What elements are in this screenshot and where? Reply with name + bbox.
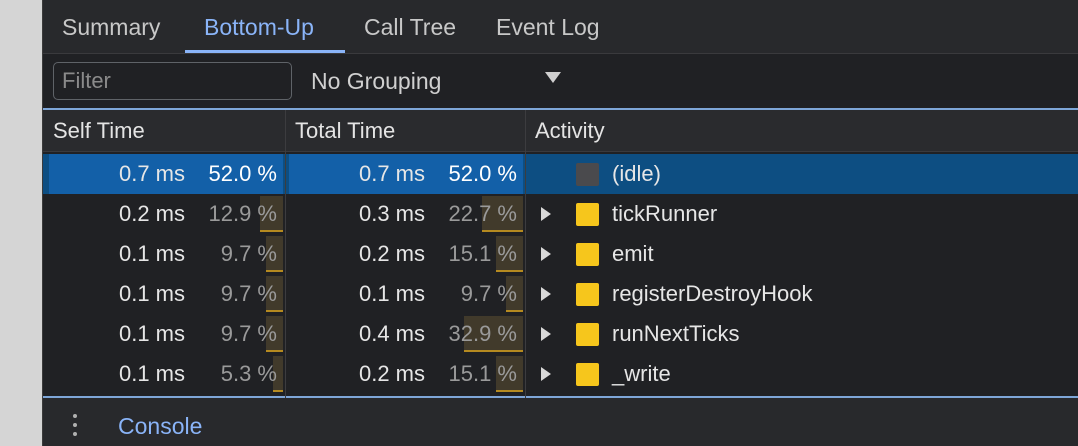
- table-row[interactable]: 0.1 ms 9.7 % 0.1 ms 9.7 % registerDestroyHoo…: [43, 274, 1078, 314]
- expand-triangle-icon[interactable]: [541, 367, 551, 381]
- total-time-percent: 52.0 %: [448, 161, 518, 186]
- activity-name: _write: [612, 361, 671, 386]
- chevron-down-icon[interactable]: [545, 72, 561, 83]
- tab-bottom-up[interactable]: Bottom-Up: [204, 0, 314, 54]
- column-header-self-time[interactable]: Self Time: [43, 110, 285, 152]
- total-time-ms: 0.3 ms: [358, 201, 425, 226]
- self-time-percent: 52.0 %: [208, 161, 278, 186]
- category-color-swatch: [576, 163, 599, 186]
- category-color-swatch: [576, 323, 599, 346]
- tab-event-log[interactable]: Event Log: [496, 0, 600, 54]
- table-row[interactable]: 0.1 ms 5.3 % 0.2 ms 15.1 % _write: [43, 354, 1078, 394]
- self-time-percent: 9.7 %: [220, 321, 277, 346]
- expand-triangle-icon[interactable]: [541, 247, 551, 261]
- total-time-percent: 32.9 %: [448, 321, 518, 346]
- activity-name: emit: [612, 241, 654, 266]
- self-time-percent: 9.7 %: [220, 281, 277, 306]
- category-color-swatch: [576, 283, 599, 306]
- category-color-swatch: [576, 203, 599, 226]
- total-time-percent: 15.1 %: [448, 361, 518, 386]
- table-row[interactable]: 0.1 ms 9.7 % 0.2 ms 15.1 % emit: [43, 234, 1078, 274]
- category-color-swatch: [576, 363, 599, 386]
- column-divider: [525, 110, 526, 398]
- activity-name: tickRunner: [612, 201, 718, 226]
- total-time-percent: 9.7 %: [460, 281, 517, 306]
- self-time-ms: 0.1 ms: [118, 241, 185, 266]
- active-tab-indicator: [185, 50, 345, 53]
- expand-triangle-icon[interactable]: [541, 207, 551, 221]
- expand-triangle-icon[interactable]: [541, 287, 551, 301]
- self-time-ms: 0.1 ms: [118, 281, 185, 306]
- self-time-ms: 0.2 ms: [118, 201, 185, 226]
- self-time-percent: 9.7 %: [220, 241, 277, 266]
- drawer-bar: Console: [43, 398, 1078, 446]
- self-time-ms: 0.1 ms: [118, 361, 185, 386]
- filter-input[interactable]: [53, 62, 292, 100]
- total-time-percent: 15.1 %: [448, 241, 518, 266]
- tab-strip: Summary Bottom-Up Call Tree Event Log: [43, 0, 1078, 54]
- total-time-ms: 0.2 ms: [358, 361, 425, 386]
- bottom-up-table: Self Time Total Time Activity 0.7 ms 52.0…: [43, 108, 1078, 398]
- total-time-ms: 0.4 ms: [358, 321, 425, 346]
- grouping-select[interactable]: No Grouping: [311, 62, 571, 100]
- console-tab[interactable]: Console: [118, 398, 202, 446]
- performance-panel: Summary Bottom-Up Call Tree Event Log No…: [42, 0, 1078, 446]
- expand-triangle-icon[interactable]: [541, 327, 551, 341]
- activity-name: registerDestroyHook: [612, 281, 813, 306]
- total-time-percent: 22.7 %: [448, 201, 518, 226]
- activity-name: (idle): [612, 161, 661, 186]
- self-time-percent: 12.9 %: [208, 201, 278, 226]
- activity-name: runNextTicks: [612, 321, 740, 346]
- total-time-ms: 0.1 ms: [358, 281, 425, 306]
- column-header-total-time[interactable]: Total Time: [285, 110, 525, 152]
- tab-call-tree[interactable]: Call Tree: [364, 0, 456, 54]
- total-time-ms: 0.2 ms: [358, 241, 425, 266]
- tab-summary[interactable]: Summary: [62, 0, 160, 54]
- self-time-ms: 0.7 ms: [118, 161, 185, 186]
- column-divider: [285, 110, 286, 398]
- more-vertical-icon[interactable]: [71, 414, 79, 438]
- self-time-ms: 0.1 ms: [118, 321, 185, 346]
- table-row[interactable]: 0.1 ms 9.7 % 0.4 ms 32.9 % runNextTicks: [43, 314, 1078, 354]
- total-time-ms: 0.7 ms: [358, 161, 425, 186]
- table-row[interactable]: 0.7 ms 52.0 % 0.7 ms 52.0 % (idle): [43, 154, 1078, 194]
- category-color-swatch: [576, 243, 599, 266]
- column-header-activity[interactable]: Activity: [525, 110, 1078, 152]
- table-row[interactable]: 0.2 ms 12.9 % 0.3 ms 22.7 % tickRunner: [43, 194, 1078, 234]
- self-time-percent: 5.3 %: [220, 361, 277, 386]
